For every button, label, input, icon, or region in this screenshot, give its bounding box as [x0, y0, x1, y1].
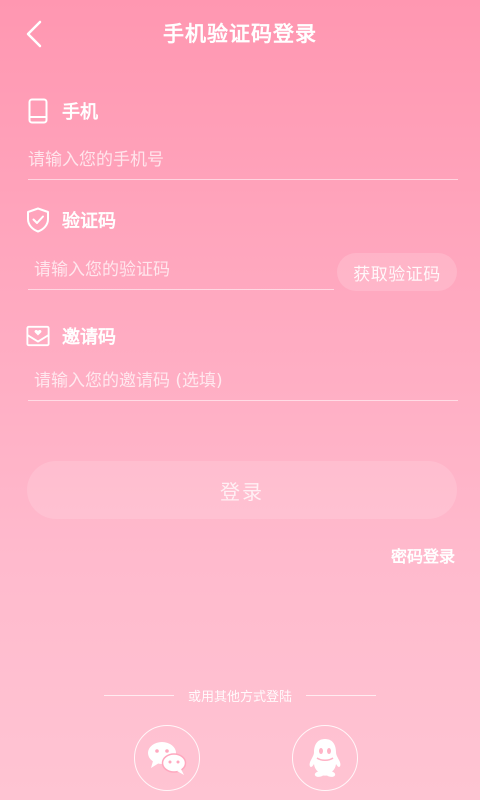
- shield-check-icon: [26, 207, 50, 233]
- login-button[interactable]: 登录: [27, 461, 457, 519]
- phone-label-row: 手机: [26, 98, 98, 124]
- password-login-link[interactable]: 密码登录: [391, 543, 455, 567]
- code-divider: [28, 289, 334, 290]
- invite-input[interactable]: [34, 361, 454, 401]
- invite-envelope-icon: [26, 323, 50, 349]
- phone-input[interactable]: [28, 140, 458, 180]
- other-login-right-line: [306, 695, 376, 696]
- page-title: 手机验证码登录: [163, 22, 317, 46]
- other-login-row: 或用其他方式登陆: [0, 686, 480, 705]
- invite-label-row: 邀请码: [26, 323, 116, 349]
- qq-login-button[interactable]: [292, 725, 358, 791]
- wechat-icon: [148, 742, 187, 775]
- invite-divider: [28, 400, 458, 401]
- code-label-row: 验证码: [26, 207, 116, 233]
- other-login-left-line: [103, 695, 174, 696]
- other-login-label: 或用其他方式登陆: [187, 690, 292, 705]
- get-code-button[interactable]: 获取验证码: [337, 253, 457, 291]
- qq-icon: [309, 739, 341, 777]
- code-input[interactable]: [34, 250, 334, 290]
- invite-label: 邀请码: [62, 327, 116, 348]
- wechat-login-button[interactable]: [134, 725, 200, 791]
- phone-divider: [28, 179, 458, 180]
- phone-label: 手机: [62, 102, 98, 123]
- code-label: 验证码: [62, 211, 116, 232]
- top-bar: 手机验证码登录: [0, 0, 480, 66]
- phone-icon: [26, 98, 50, 124]
